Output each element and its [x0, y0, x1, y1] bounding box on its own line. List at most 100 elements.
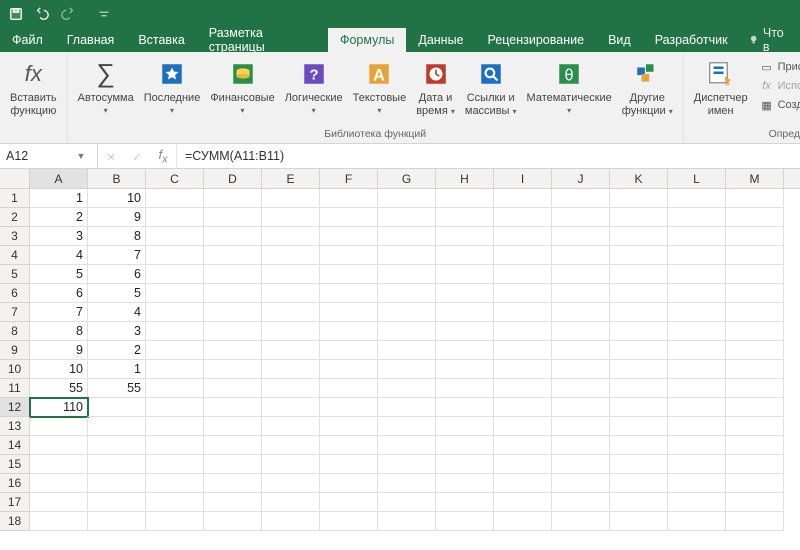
- cell[interactable]: [610, 284, 668, 303]
- cell[interactable]: [88, 417, 146, 436]
- cell[interactable]: [436, 493, 494, 512]
- cell[interactable]: 4: [30, 246, 88, 265]
- cell[interactable]: [668, 417, 726, 436]
- cell[interactable]: [610, 208, 668, 227]
- cell[interactable]: 2: [88, 341, 146, 360]
- cell[interactable]: [320, 417, 378, 436]
- cell[interactable]: [494, 265, 552, 284]
- cell[interactable]: [610, 398, 668, 417]
- cell[interactable]: [726, 512, 784, 531]
- cell[interactable]: 5: [88, 284, 146, 303]
- use-in-formula-button[interactable]: fxИспользо: [758, 77, 800, 95]
- cell[interactable]: [494, 493, 552, 512]
- cell[interactable]: [552, 189, 610, 208]
- cell[interactable]: [146, 379, 204, 398]
- cell[interactable]: [146, 189, 204, 208]
- cell[interactable]: [668, 493, 726, 512]
- name-box[interactable]: ▼: [0, 144, 98, 168]
- datetime-button[interactable]: Дата ивремя ▾: [412, 56, 459, 120]
- cell[interactable]: [204, 455, 262, 474]
- cell[interactable]: 1: [88, 360, 146, 379]
- cell[interactable]: [668, 512, 726, 531]
- tab-formulas[interactable]: Формулы: [328, 28, 406, 52]
- cell[interactable]: [668, 455, 726, 474]
- cell[interactable]: [378, 227, 436, 246]
- cell[interactable]: [320, 398, 378, 417]
- cell[interactable]: 55: [88, 379, 146, 398]
- cell[interactable]: [552, 341, 610, 360]
- cell[interactable]: [378, 417, 436, 436]
- cell[interactable]: [436, 417, 494, 436]
- cell[interactable]: [146, 265, 204, 284]
- row-header[interactable]: 15: [0, 455, 30, 474]
- cell[interactable]: [146, 227, 204, 246]
- cell[interactable]: 3: [30, 227, 88, 246]
- cell[interactable]: [436, 303, 494, 322]
- cell[interactable]: [204, 303, 262, 322]
- cell[interactable]: [668, 284, 726, 303]
- math-button[interactable]: θ Математические▾: [523, 56, 616, 120]
- cell[interactable]: [146, 474, 204, 493]
- cell[interactable]: [494, 341, 552, 360]
- row-header[interactable]: 3: [0, 227, 30, 246]
- cell[interactable]: [262, 265, 320, 284]
- cell[interactable]: [610, 455, 668, 474]
- cell[interactable]: [146, 208, 204, 227]
- autosum-button[interactable]: ∑ Автосумма▾: [74, 56, 138, 120]
- row-header[interactable]: 8: [0, 322, 30, 341]
- cell[interactable]: [378, 474, 436, 493]
- cell[interactable]: [436, 265, 494, 284]
- cell[interactable]: 8: [88, 227, 146, 246]
- cell[interactable]: [494, 436, 552, 455]
- cell[interactable]: [494, 512, 552, 531]
- cell[interactable]: [204, 493, 262, 512]
- cell[interactable]: [146, 303, 204, 322]
- cell[interactable]: [378, 341, 436, 360]
- cell[interactable]: [320, 265, 378, 284]
- logical-button[interactable]: ? Логические▾: [281, 56, 347, 120]
- cell[interactable]: [262, 208, 320, 227]
- cell[interactable]: [146, 246, 204, 265]
- cell[interactable]: [726, 208, 784, 227]
- column-header-L[interactable]: L: [668, 169, 726, 188]
- cell[interactable]: [204, 360, 262, 379]
- cell[interactable]: 5: [30, 265, 88, 284]
- cell[interactable]: [204, 398, 262, 417]
- cell[interactable]: [262, 512, 320, 531]
- cell[interactable]: [320, 493, 378, 512]
- cell[interactable]: [320, 455, 378, 474]
- tab-page-layout[interactable]: Разметка страницы: [197, 28, 328, 52]
- cell[interactable]: [436, 189, 494, 208]
- row-header[interactable]: 6: [0, 284, 30, 303]
- cell[interactable]: 3: [88, 322, 146, 341]
- cell[interactable]: [30, 474, 88, 493]
- cell[interactable]: [552, 284, 610, 303]
- row-header[interactable]: 18: [0, 512, 30, 531]
- cell[interactable]: [378, 284, 436, 303]
- name-manager-button[interactable]: Диспетчеримен: [690, 56, 752, 120]
- cell[interactable]: [552, 208, 610, 227]
- cell[interactable]: [320, 341, 378, 360]
- cell[interactable]: [610, 474, 668, 493]
- cell[interactable]: [88, 493, 146, 512]
- tab-insert[interactable]: Вставка: [126, 28, 196, 52]
- cell[interactable]: [552, 246, 610, 265]
- cell[interactable]: [320, 360, 378, 379]
- cell[interactable]: [146, 436, 204, 455]
- cell[interactable]: [378, 512, 436, 531]
- cell[interactable]: [668, 360, 726, 379]
- cell[interactable]: [262, 246, 320, 265]
- cell[interactable]: [378, 189, 436, 208]
- cell[interactable]: [552, 455, 610, 474]
- cell[interactable]: [552, 436, 610, 455]
- cell[interactable]: [320, 322, 378, 341]
- cell[interactable]: [726, 360, 784, 379]
- cell[interactable]: [610, 436, 668, 455]
- row-header[interactable]: 11: [0, 379, 30, 398]
- cell[interactable]: [436, 360, 494, 379]
- define-name-button[interactable]: ▭Присвоит: [758, 58, 800, 76]
- cell[interactable]: 2: [30, 208, 88, 227]
- cell[interactable]: [668, 322, 726, 341]
- column-header-D[interactable]: D: [204, 169, 262, 188]
- save-icon[interactable]: [4, 2, 28, 26]
